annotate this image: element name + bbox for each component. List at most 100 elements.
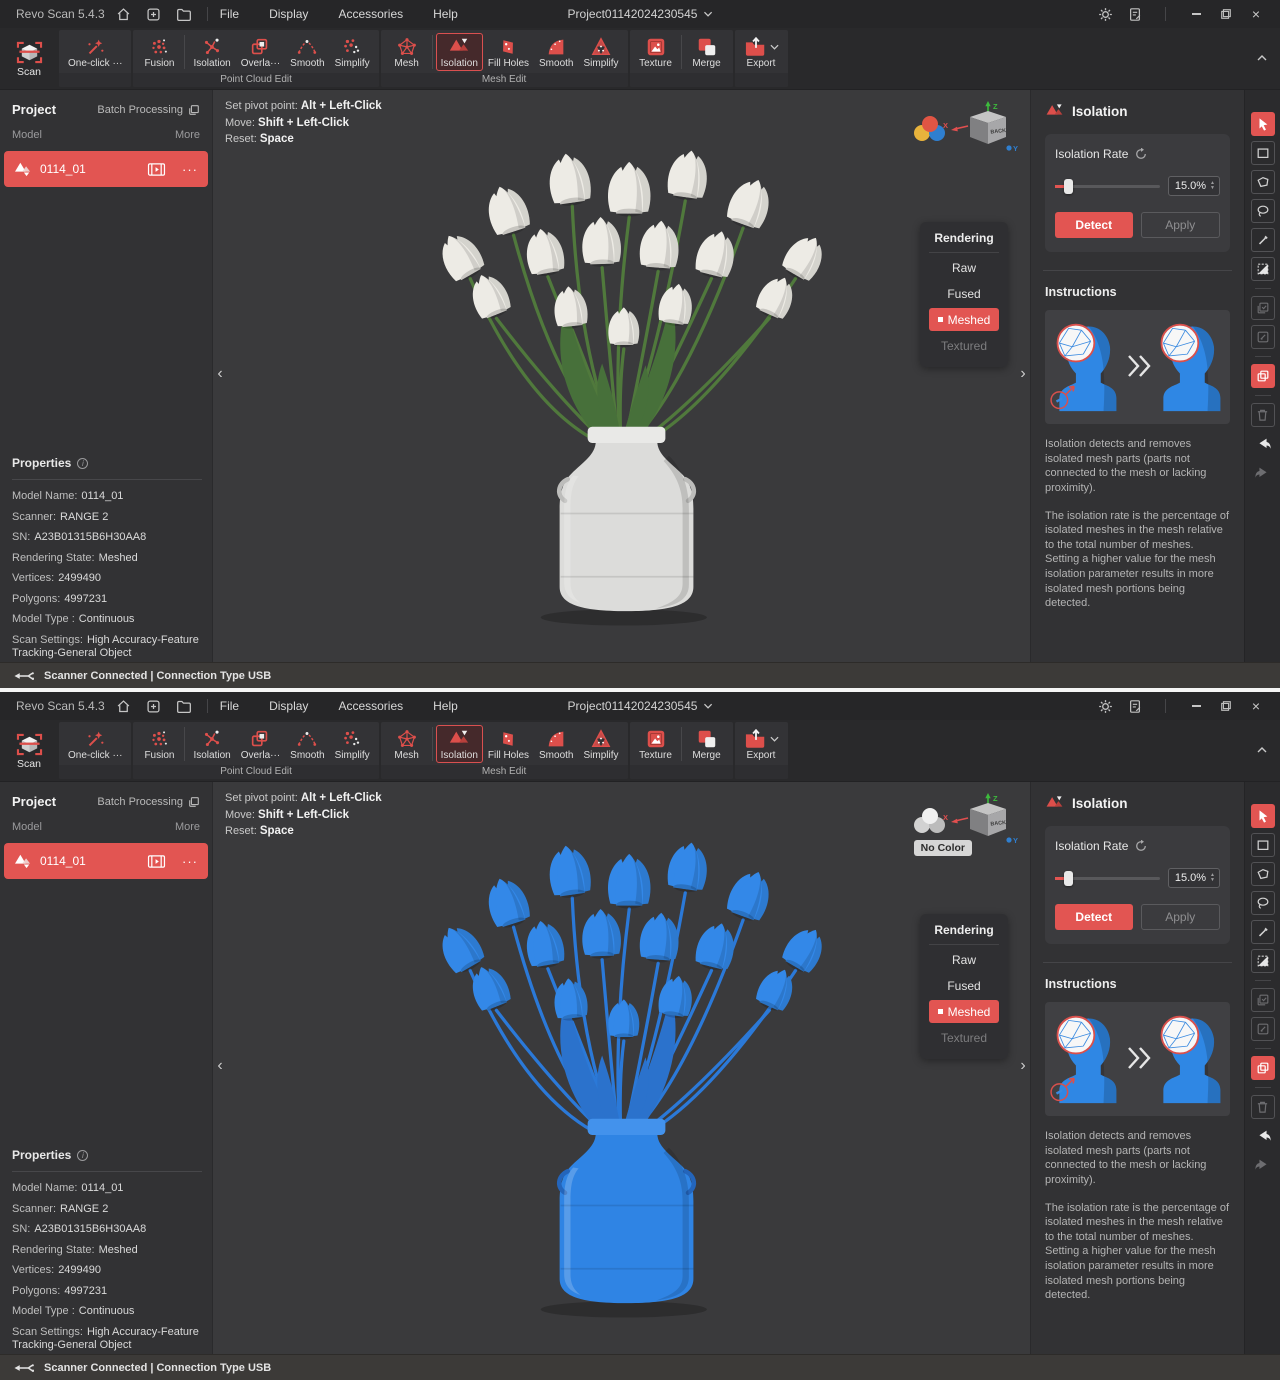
- fill-holes-button[interactable]: Fill Holes: [483, 725, 534, 763]
- mesh-isolation-button[interactable]: Isolation: [436, 33, 483, 71]
- info-icon[interactable]: i: [77, 1150, 88, 1161]
- viewport-3d[interactable]: Set pivot point: Alt + Left-Click Move: …: [213, 90, 1030, 662]
- rendering-option-textured[interactable]: Textured: [929, 334, 999, 357]
- navigation-cube[interactable]: Z BACK X Y: [940, 100, 1020, 158]
- pc-isolation-button[interactable]: Isolation: [188, 33, 235, 71]
- isolation-rate-input[interactable]: 15.0% ▲▼: [1168, 868, 1220, 888]
- rendering-option-fused[interactable]: Fused: [929, 282, 999, 305]
- model-list-item[interactable]: 0114_01 ···: [4, 843, 208, 879]
- detect-button[interactable]: Detect: [1055, 904, 1133, 930]
- menu-accessories[interactable]: Accessories: [338, 699, 403, 713]
- polygon-select-button[interactable]: [1251, 862, 1275, 886]
- invert-selection-button[interactable]: [1251, 257, 1275, 281]
- spinner-down-icon[interactable]: ▼: [1210, 878, 1215, 883]
- minimize-button[interactable]: [1184, 3, 1208, 25]
- export-button[interactable]: Export: [739, 725, 784, 763]
- collapse-left-panel-button[interactable]: ‹: [213, 1054, 227, 1078]
- menu-display[interactable]: Display: [269, 699, 308, 713]
- collapse-right-panel-button[interactable]: ›: [1016, 1054, 1030, 1078]
- duplicate-selection-button[interactable]: [1251, 364, 1275, 388]
- new-project-icon[interactable]: [143, 3, 165, 25]
- menu-file[interactable]: File: [220, 7, 239, 21]
- menu-accessories[interactable]: Accessories: [338, 7, 403, 21]
- minimize-button[interactable]: [1184, 695, 1208, 717]
- collapse-left-panel-button[interactable]: ‹: [213, 362, 227, 386]
- brush-select-button[interactable]: [1251, 228, 1275, 252]
- settings-gear-icon[interactable]: [1093, 695, 1117, 717]
- mesh-smooth-button[interactable]: Smooth: [534, 33, 578, 71]
- project-title-dropdown[interactable]: Project01142024230545: [568, 699, 713, 713]
- polygon-select-button[interactable]: [1251, 170, 1275, 194]
- pc-smooth-button[interactable]: Smooth: [285, 725, 329, 763]
- select-cursor-button[interactable]: [1251, 112, 1275, 136]
- rectangle-select-button[interactable]: [1251, 833, 1275, 857]
- one-click-button[interactable]: One-click ···: [63, 725, 127, 763]
- rectangle-select-button[interactable]: [1251, 141, 1275, 165]
- menu-help[interactable]: Help: [433, 7, 458, 21]
- scan-button[interactable]: Scan: [0, 720, 58, 781]
- menu-file[interactable]: File: [220, 699, 239, 713]
- model-list-item[interactable]: 0114_01 ···: [4, 151, 208, 187]
- rendering-option-fused[interactable]: Fused: [929, 974, 999, 997]
- mesh-button[interactable]: Mesh: [385, 725, 429, 763]
- model-item-menu[interactable]: ···: [182, 854, 198, 869]
- lasso-select-button[interactable]: [1251, 891, 1275, 915]
- fusion-button[interactable]: Fusion: [137, 725, 181, 763]
- model-item-menu[interactable]: ···: [182, 162, 198, 177]
- delete-selection-button[interactable]: [1251, 403, 1275, 427]
- redo-button[interactable]: [1251, 1153, 1275, 1177]
- merge-button[interactable]: Merge: [685, 725, 729, 763]
- redo-button[interactable]: [1251, 461, 1275, 485]
- scan-button[interactable]: Scan: [0, 28, 58, 89]
- batch-processing-button[interactable]: Batch Processing: [97, 796, 200, 808]
- settings-gear-icon[interactable]: [1093, 3, 1117, 25]
- feedback-icon[interactable]: [1123, 3, 1147, 25]
- info-icon[interactable]: i: [77, 458, 88, 469]
- fusion-button[interactable]: Fusion: [137, 33, 181, 71]
- reset-refresh-icon[interactable]: [1135, 840, 1147, 852]
- undo-button[interactable]: [1251, 432, 1275, 456]
- merge-button[interactable]: Merge: [685, 33, 729, 71]
- viewport-3d[interactable]: Set pivot point: Alt + Left-Click Move: …: [213, 782, 1030, 1354]
- restore-button[interactable]: [1214, 695, 1238, 717]
- isolation-rate-slider[interactable]: [1055, 871, 1160, 886]
- feedback-icon[interactable]: [1123, 695, 1147, 717]
- invert-selection-button[interactable]: [1251, 949, 1275, 973]
- slider-knob[interactable]: [1064, 871, 1073, 886]
- edit-selection-button[interactable]: [1251, 1017, 1275, 1041]
- apply-button[interactable]: Apply: [1141, 212, 1221, 238]
- slider-knob[interactable]: [1064, 179, 1073, 194]
- new-project-icon[interactable]: [143, 695, 165, 717]
- overlap-button[interactable]: Overla···: [236, 725, 285, 763]
- restore-button[interactable]: [1214, 3, 1238, 25]
- project-title-dropdown[interactable]: Project01142024230545: [568, 7, 713, 21]
- rendering-option-raw[interactable]: Raw: [929, 948, 999, 971]
- preview-film-icon[interactable]: [147, 162, 166, 177]
- rendering-option-meshed[interactable]: Meshed: [929, 308, 999, 331]
- preview-film-icon[interactable]: [147, 854, 166, 869]
- isolation-rate-input[interactable]: 15.0% ▲▼: [1168, 176, 1220, 196]
- one-click-button[interactable]: One-click ···: [63, 33, 127, 71]
- close-button[interactable]: ×: [1244, 3, 1268, 25]
- brush-select-button[interactable]: [1251, 920, 1275, 944]
- select-all-button[interactable]: [1251, 296, 1275, 320]
- reset-refresh-icon[interactable]: [1135, 148, 1147, 160]
- pc-smooth-button[interactable]: Smooth: [285, 33, 329, 71]
- open-project-icon[interactable]: [173, 695, 195, 717]
- home-icon[interactable]: [113, 3, 135, 25]
- menu-help[interactable]: Help: [433, 699, 458, 713]
- mesh-button[interactable]: Mesh: [385, 33, 429, 71]
- close-button[interactable]: ×: [1244, 695, 1268, 717]
- open-project-icon[interactable]: [173, 3, 195, 25]
- select-all-button[interactable]: [1251, 988, 1275, 1012]
- mesh-smooth-button[interactable]: Smooth: [534, 725, 578, 763]
- spinner-down-icon[interactable]: ▼: [1210, 186, 1215, 191]
- undo-button[interactable]: [1251, 1124, 1275, 1148]
- menu-display[interactable]: Display: [269, 7, 308, 21]
- toolbar-collapse-button[interactable]: [1254, 742, 1270, 758]
- texture-button[interactable]: Texture: [634, 33, 678, 71]
- rendering-option-textured[interactable]: Textured: [929, 1026, 999, 1049]
- pc-isolation-button[interactable]: Isolation: [188, 725, 235, 763]
- collapse-right-panel-button[interactable]: ›: [1016, 362, 1030, 386]
- batch-processing-button[interactable]: Batch Processing: [97, 104, 200, 116]
